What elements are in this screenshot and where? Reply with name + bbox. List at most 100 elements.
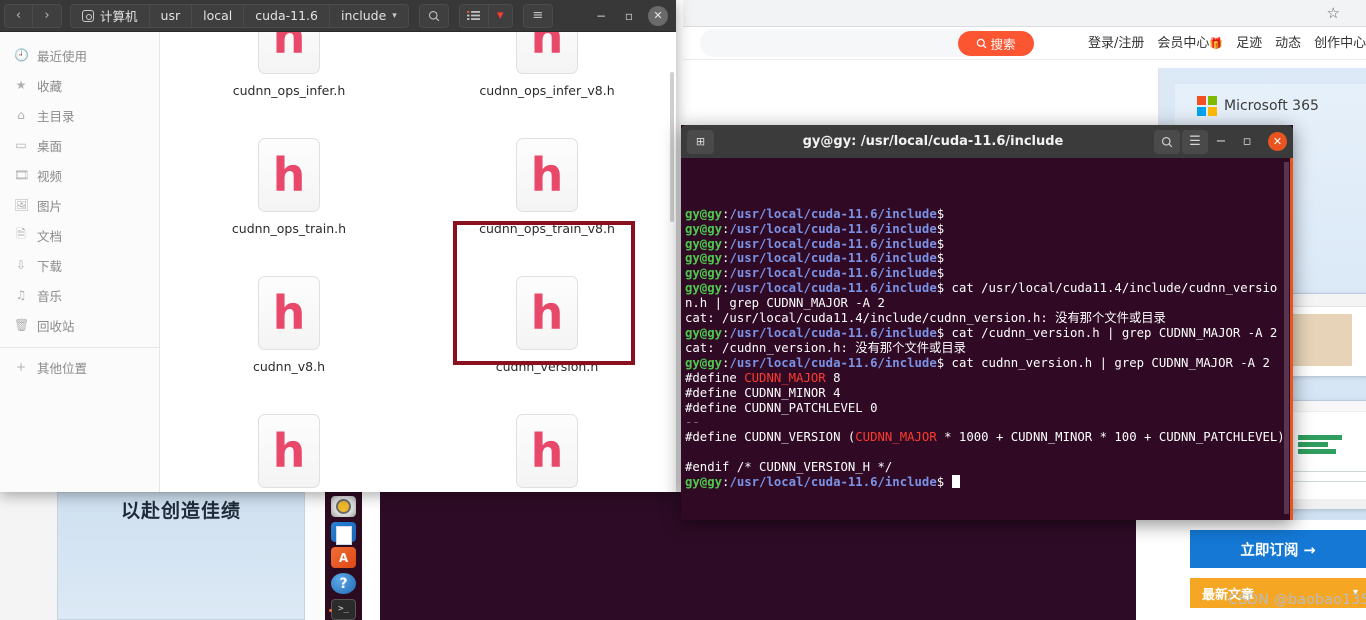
libreoffice-writer-icon[interactable] [331,521,356,545]
terminal-window: ⊞ gy@gy: /usr/local/cuda-11.6/include ☰ … [681,125,1293,520]
terminal-menu-button[interactable]: ☰ [1182,129,1208,154]
subscribe-button[interactable]: 立即订阅 → [1190,530,1366,568]
sidebar-item-desktop[interactable]: ▭ 桌面 [0,130,159,160]
help-icon[interactable] [331,573,356,594]
breadcrumb-item-include[interactable]: include ▾ [329,3,409,28]
nav-link-creator[interactable]: 创作中心 [1314,32,1366,51]
sidebar-item-videos[interactable]: 🎞 视频 [0,160,159,190]
microsoft-squares-icon [1197,96,1217,116]
terminal-search-button[interactable] [1154,129,1180,154]
file-manager-window: ‹ › 计算机 usr local cuda-11.6 include ▾ ▾ … [0,0,676,492]
file-name: cudnn_v8.h [252,359,326,374]
sidebar-item-downloads[interactable]: ⇩ 下载 [0,250,159,280]
terminal-line: #endif /* CUDNN_VERSION_H */ [685,460,893,475]
terminal-accent-border [1290,158,1293,520]
file-grid: h cudnn_ops_infer.h h cudnn_ops_infer_v8… [160,32,676,492]
file-item-cudnn-version[interactable]: h cudnn_version.h [418,266,676,404]
file-item[interactable]: h cudnn_version_v8.h [160,404,418,492]
file-item[interactable]: h cudnn_v8.h [160,266,418,404]
minimize-button[interactable]: − [588,4,614,28]
terminal-line: #define CUDNN_PATCHLEVEL 0 [685,400,878,415]
hamburger-menu-button[interactable]: ≡ [522,3,553,28]
terminal-output[interactable]: gy@gy:/usr/local/cuda-11.6/include$ gy@gy… [681,158,1293,520]
sidebar-item-recent[interactable]: 🕘 最近使用 [0,40,159,70]
terminal-line: cat: /usr/local/cuda11.4/include/cudnn_v… [685,311,1166,326]
terminal-maximize-button[interactable]: ▫ [1234,130,1260,154]
search-icon [1161,136,1173,147]
nav-link-dynamic[interactable]: 动态 [1275,32,1301,51]
breadcrumb-item-local[interactable]: local [192,3,245,28]
back-button[interactable]: ‹ [4,3,33,28]
file-item[interactable]: h cudnn_ops_infer_v8.h [418,32,676,128]
sidebar-item-label: 文档 [37,228,63,244]
terminal-line: gy@gy:/usr/local/cuda-11.6/include$ cat … [685,281,1278,311]
sidebar-item-label: 其他位置 [37,360,88,376]
file-name: cudnn_ops_train.h [231,221,347,236]
file-name: cudnn_version.h [495,359,599,374]
sidebar-item-pictures[interactable]: 🖼 图片 [0,190,159,220]
breadcrumb-label-include: include [340,8,387,23]
dock-right-gap [362,492,380,620]
software-center-icon[interactable] [331,547,356,569]
sidebar-divider [0,347,159,348]
sidebar-item-home[interactable]: ⌂ 主目录 [0,100,159,130]
breadcrumb: 计算机 usr local cuda-11.6 include ▾ [70,3,409,28]
file-item[interactable]: h cudnn_ops_train_v8.h [418,128,676,266]
file-grid-area: h cudnn_ops_infer.h h cudnn_ops_infer_v8… [160,32,676,492]
slide-card-text: 以赴创造佳绩 [120,500,241,522]
file-item[interactable]: h cudnn_ops_infer.h [160,32,418,128]
breadcrumb-item-computer[interactable]: 计算机 [70,3,150,28]
view-options-dropdown[interactable]: ▾ [488,3,513,28]
sidebar-item-label: 图片 [37,198,63,214]
nav-link-member[interactable]: 会员中心🎁 [1157,32,1223,51]
sidebar-item-music[interactable]: ♫ 音乐 [0,280,159,310]
sidebar-item-trash[interactable]: 🗑 回收站 [0,310,159,340]
sidebar-item-label: 收藏 [37,78,63,94]
breadcrumb-item-cuda[interactable]: cuda-11.6 [244,3,330,28]
clock-icon: 🕘 [14,48,29,62]
sidebar-item-other-locations[interactable]: + 其他位置 [0,352,159,382]
sidebar-item-label: 视频 [37,168,63,184]
desktop-icon: ▭ [15,138,27,152]
sidebar-item-starred[interactable]: ★ 收藏 [0,70,159,100]
document-icon: 🗎 [16,226,26,241]
site-search-input[interactable] [700,29,990,57]
search-button[interactable] [418,3,449,28]
search-icon [428,10,440,21]
site-search-button[interactable]: 搜索 [958,31,1034,56]
terminal-scrollbar[interactable] [1284,162,1289,514]
terminal-line: gy@gy:/usr/local/cuda-11.6/include$ [685,266,945,281]
file-item[interactable]: h cufft.h [418,404,676,492]
forward-button[interactable]: › [33,3,62,28]
computer-icon [82,9,94,22]
page-mid-margin [305,492,325,620]
list-view-button[interactable] [458,3,489,28]
toolbar-menu-group: ≡ [522,3,553,28]
file-item[interactable]: h cudnn_ops_train.h [160,128,418,266]
file-manager-body: 🕘 最近使用 ★ 收藏 ⌂ 主目录 ▭ 桌面 🎞 视频 🖼 图片 🗎 文档 ⇩ … [0,32,676,492]
breadcrumb-item-usr[interactable]: usr [149,3,193,28]
new-tab-icon[interactable]: ⊞ [687,129,714,154]
terminal-header: ⊞ gy@gy: /usr/local/cuda-11.6/include ☰ … [681,125,1293,158]
file-grid-scrollbar[interactable] [670,72,674,222]
terminal-minimize-button[interactable]: − [1208,130,1234,154]
csdn-watermark: CSDN @baobao135 [1228,592,1366,608]
terminal-line: #define CUDNN_VERSION (CUDNN_MAJOR * 100… [685,430,1285,445]
nav-link-footprint[interactable]: 足迹 [1236,32,1262,51]
maximize-button[interactable]: ▫ [616,4,642,28]
sidebar-item-documents[interactable]: 🗎 文档 [0,220,159,250]
settings-icon[interactable] [331,496,356,517]
toolbar-search-group [418,3,449,28]
terminal-close-button[interactable]: ✕ [1268,132,1287,151]
chevron-down-icon: ▾ [392,10,397,21]
bookmark-star-icon[interactable]: ☆ [1327,5,1340,21]
terminal-line: -- [685,415,700,430]
toolbar-view-group: ▾ [458,3,513,28]
terminal-icon[interactable] [329,598,356,620]
terminal-line: #define CUDNN_MAJOR 8 [685,370,841,385]
close-button[interactable]: ✕ [648,5,668,26]
nav-link-login[interactable]: 登录/注册 [1088,32,1144,51]
terminal-line: gy@gy:/usr/local/cuda-11.6/include$ [685,221,945,236]
ubuntu-dock [325,492,362,620]
terminal-line: gy@gy:/usr/local/cuda-11.6/include$ [685,475,1287,490]
